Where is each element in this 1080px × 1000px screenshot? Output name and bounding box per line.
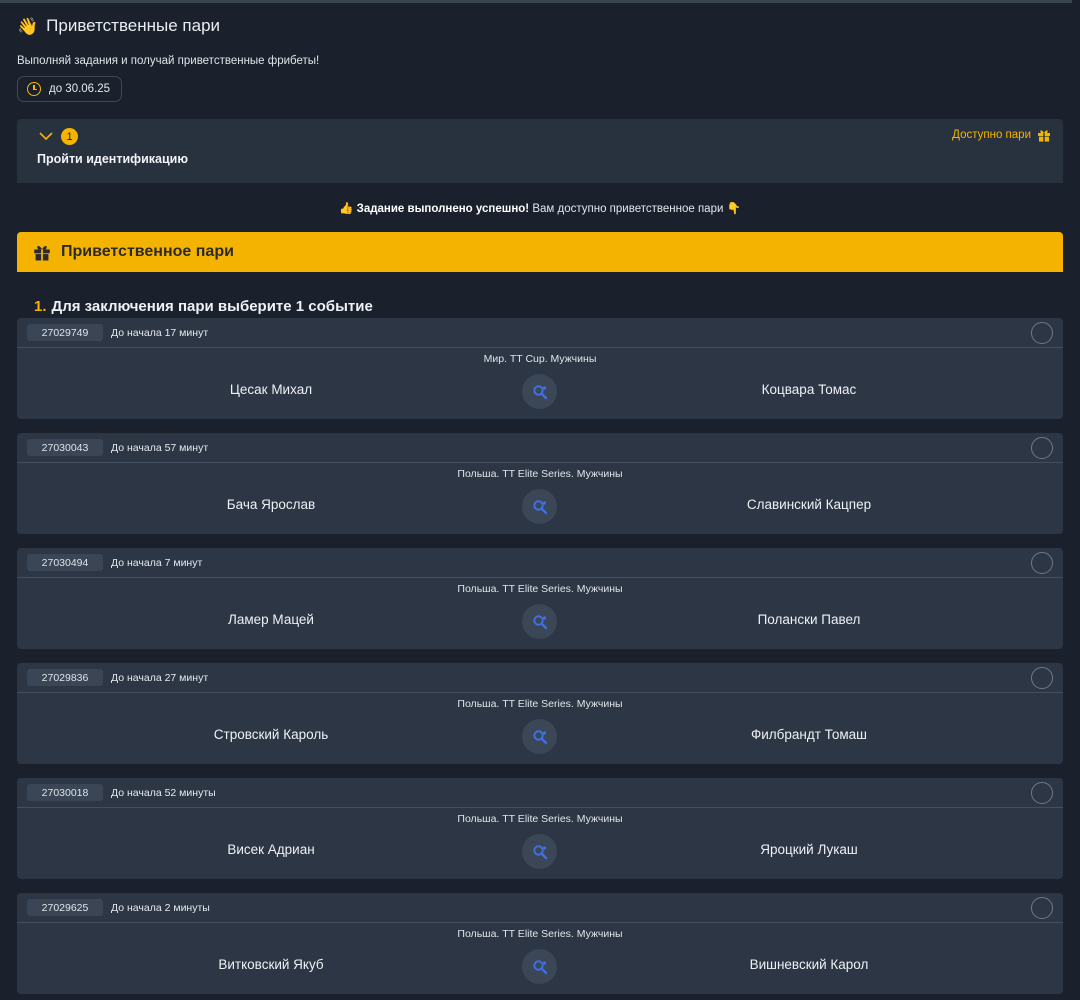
event-start-time: До начала 7 минут <box>111 556 203 569</box>
step-heading: 1. Для заключения пари выберите 1 событие <box>34 298 373 315</box>
success-message: 👍 Задание выполнено успешно! Вам доступн… <box>0 201 1080 215</box>
deadline-label: до 30.06.25 <box>49 83 111 95</box>
event-league: Польша. TT Elite Series. Мужчины <box>457 698 623 710</box>
page-header: 👋 Приветственные пари <box>17 14 220 38</box>
page-title: Приветственные пари <box>46 16 221 35</box>
home-team: Стровский Кароль <box>213 727 329 742</box>
home-team: Висек Адриан <box>227 842 315 857</box>
task-count-badge: 1 <box>61 128 78 145</box>
table-tennis-icon <box>522 489 557 524</box>
event-id: 27029749 <box>27 324 103 341</box>
success-text: Вам доступно приветственное пари <box>532 203 724 215</box>
event-start-time: До начала 27 минут <box>111 671 209 684</box>
event-league: Польша. TT Elite Series. Мужчины <box>457 583 623 595</box>
event-league: Польша. TT Elite Series. Мужчины <box>457 813 623 825</box>
table-tennis-icon <box>522 374 557 409</box>
event-id: 27029836 <box>27 669 103 686</box>
thumbs-up-icon: 👍 <box>339 203 354 215</box>
event-id: 27029625 <box>27 899 103 916</box>
event-header: 27029836 До начала 27 минут <box>17 663 1063 693</box>
event-start-time: До начала 17 минут <box>111 326 209 339</box>
home-team: Бача Ярослав <box>226 497 316 512</box>
event-card[interactable]: 27030494 До начала 7 минут Польша. TT El… <box>17 548 1063 649</box>
event-card[interactable]: 27029836 До начала 27 минут Польша. TT E… <box>17 663 1063 764</box>
page-subtitle: Выполняй задания и получай приветственны… <box>17 55 320 67</box>
wave-icon: 👋 <box>17 16 39 36</box>
table-tennis-icon <box>522 719 557 754</box>
event-id: 27030018 <box>27 784 103 801</box>
event-select-radio[interactable] <box>1031 897 1053 919</box>
deadline-pill: до 30.06.25 <box>17 76 122 102</box>
away-team: Филбрандт Томаш <box>750 727 867 742</box>
task-card[interactable]: 1 Пройти идентификацию Доступно пари <box>17 119 1063 183</box>
away-team: Полански Павел <box>757 612 861 627</box>
top-divider <box>0 0 1072 3</box>
event-header: 27030494 До начала 7 минут <box>17 548 1063 578</box>
point-down-icon: 👇 <box>726 203 741 215</box>
gift-icon <box>34 246 50 261</box>
event-card[interactable]: 27030043 До начала 57 минут Польша. TT E… <box>17 433 1063 534</box>
home-team: Ламер Мацей <box>228 612 314 627</box>
welcome-bet-banner: Приветственное пари <box>17 232 1063 272</box>
event-header: 27029749 До начала 17 минут <box>17 318 1063 348</box>
table-tennis-icon <box>522 834 557 869</box>
home-team: Витковский Якуб <box>218 957 324 972</box>
home-team: Цесак Михал <box>229 382 313 397</box>
away-team: Коцвара Томас <box>761 382 857 397</box>
event-card[interactable]: 27029749 До начала 17 минут Мир. TT Cup.… <box>17 318 1063 419</box>
event-id: 27030494 <box>27 554 103 571</box>
event-select-radio[interactable] <box>1031 437 1053 459</box>
away-team: Яроцкий Лукаш <box>760 842 858 857</box>
event-id: 27030043 <box>27 439 103 456</box>
event-select-radio[interactable] <box>1031 782 1053 804</box>
step-text: Для заключения пари выберите 1 событие <box>51 298 373 315</box>
event-card[interactable]: 27030018 До начала 52 минуты Польша. TT … <box>17 778 1063 879</box>
event-select-radio[interactable] <box>1031 552 1053 574</box>
away-team: Славинский Кацпер <box>746 497 872 512</box>
event-start-time: До начала 2 минуты <box>111 901 210 914</box>
event-header: 27030018 До начала 52 минуты <box>17 778 1063 808</box>
event-card[interactable]: 27029625 До начала 2 минуты Польша. TT E… <box>17 893 1063 994</box>
success-bold-text: Задание выполнено успешно! <box>356 203 530 215</box>
available-bets-label: Доступно пари <box>952 128 1051 142</box>
available-bets-text: Доступно пари <box>952 129 1031 141</box>
chevron-down-icon[interactable] <box>39 129 53 143</box>
event-league: Польша. TT Elite Series. Мужчины <box>457 928 623 940</box>
task-title: Пройти идентификацию <box>37 152 189 166</box>
clock-icon <box>27 82 41 96</box>
event-league: Польша. TT Elite Series. Мужчины <box>457 468 623 480</box>
event-start-time: До начала 52 минуты <box>111 786 216 799</box>
event-select-radio[interactable] <box>1031 322 1053 344</box>
gift-icon <box>1038 130 1050 142</box>
step-number: 1. <box>34 298 47 315</box>
event-select-radio[interactable] <box>1031 667 1053 689</box>
event-header: 27030043 До начала 57 минут <box>17 433 1063 463</box>
event-start-time: До начала 57 минут <box>111 441 209 454</box>
away-team: Вишневский Карол <box>749 957 869 972</box>
table-tennis-icon <box>522 604 557 639</box>
event-header: 27029625 До начала 2 минуты <box>17 893 1063 923</box>
event-league: Мир. TT Cup. Мужчины <box>483 353 597 365</box>
banner-title: Приветственное пари <box>61 243 234 260</box>
table-tennis-icon <box>522 949 557 984</box>
